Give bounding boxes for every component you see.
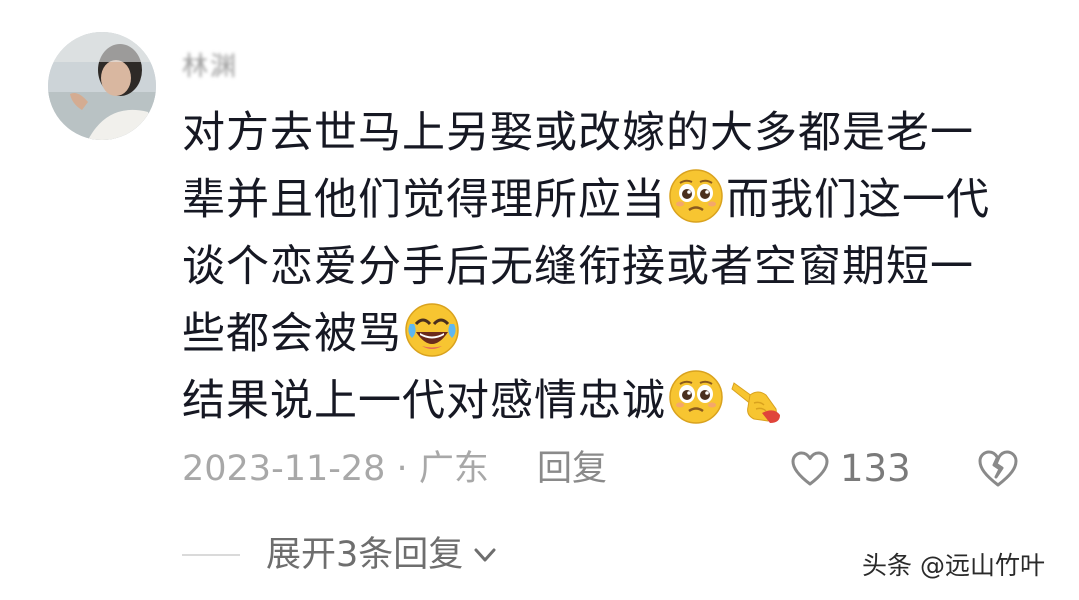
comment-line: 结果说上一代对感情忠诚 [182, 368, 1042, 435]
comment-line: 辈并且他们觉得理所应当 而我们这一代 [182, 167, 1042, 234]
expand-replies-label: 展开3条回复 [266, 535, 464, 575]
divider-line [182, 554, 240, 556]
comment-date: 2023-11-28 [182, 449, 386, 489]
watermark: 头条 @远山竹叶 [862, 551, 1045, 580]
comment-text: 对方去世马上另娶或改嫁的大多都是老一 辈并且他们觉得理所应当 而我们这一代 谈个… [182, 100, 1042, 435]
pleading-face-icon [668, 168, 724, 224]
reply-button[interactable]: 回复 [537, 445, 607, 493]
expand-replies[interactable]: 展开3条回复 [182, 530, 499, 580]
dislike-button[interactable] [976, 447, 1020, 491]
comment-line-text: 谈个恋爱分手后无缝衔接或者空窗期短一 [182, 242, 974, 292]
comment-line-text: 些都会被骂 [182, 309, 402, 359]
chevron-down-icon [474, 548, 496, 562]
comment-line: 对方去世马上另娶或改嫁的大多都是老一 [182, 100, 1042, 167]
like-count: 133 [840, 447, 911, 490]
broken-heart-icon [978, 450, 1018, 487]
comment-line: 谈个恋爱分手后无缝衔接或者空窗期短一 [182, 234, 1042, 301]
pointing-finger-icon [728, 369, 784, 425]
comment-location: 广东 [418, 449, 489, 489]
comment-line-text: 结果说上一代对感情忠诚 [182, 376, 666, 426]
comment-line-text: 对方去世马上另娶或改嫁的大多都是老一 [182, 108, 974, 158]
pleading-face-icon [668, 369, 724, 425]
user-avatar-photo [48, 32, 156, 140]
comment-line-text: 辈并且他们觉得理所应当 [182, 175, 666, 225]
comment-line-text: 而我们这一代 [726, 175, 990, 225]
like-button[interactable]: 133 [790, 445, 911, 493]
meta-separator: · [396, 449, 408, 489]
username[interactable]: 林渊 [182, 50, 238, 84]
user-avatar[interactable] [48, 32, 156, 140]
heart-outline-icon [791, 451, 829, 486]
comment-meta: 2023-11-28 · 广东 [182, 445, 489, 493]
tears-of-joy-icon [404, 302, 460, 358]
comment-line: 些都会被骂 [182, 301, 1042, 368]
